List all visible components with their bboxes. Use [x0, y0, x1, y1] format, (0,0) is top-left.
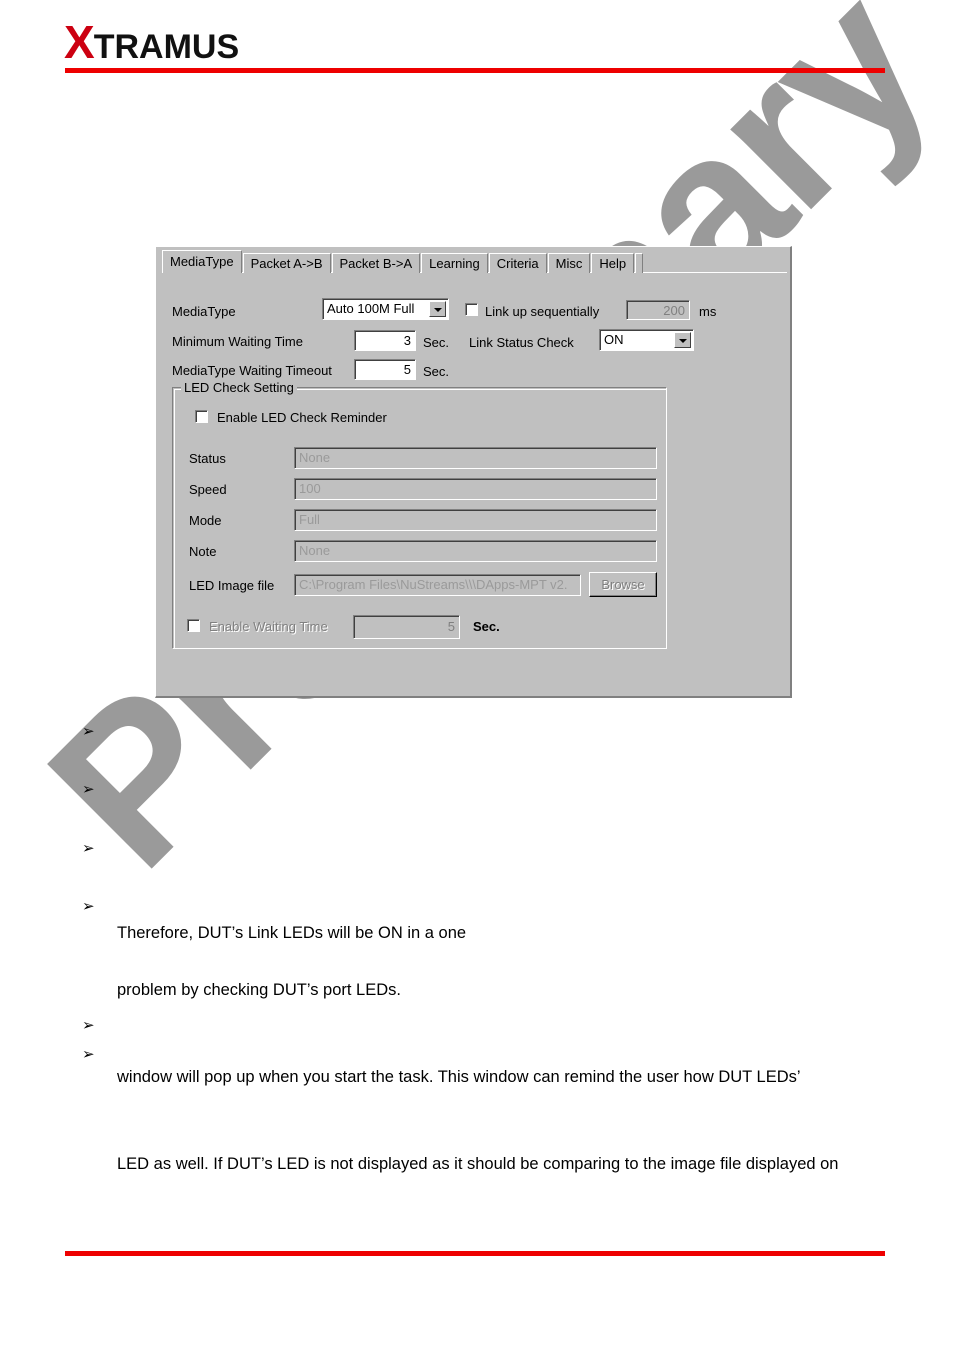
tab-packet-b-to-a[interactable]: Packet B->A: [331, 253, 421, 273]
list-item-bullet: ➢: [82, 841, 95, 857]
mediatype-combo-value: Auto 100M Full: [327, 301, 415, 316]
mediatype-waiting-timeout-label: MediaType Waiting Timeout: [172, 363, 332, 378]
list-item-bullet: ➢: [82, 899, 95, 915]
link-status-check-label: Link Status Check: [469, 335, 574, 350]
minimum-waiting-time-label: Minimum Waiting Time: [172, 334, 303, 349]
body-paragraph: LED as well. If DUT’s LED is not display…: [117, 1155, 839, 1173]
waiting-time-unit: Sec.: [473, 619, 500, 634]
status-label: Status: [189, 451, 226, 466]
mediatype-label: MediaType: [172, 304, 236, 319]
mediatype-combo[interactable]: Auto 100M Full: [322, 298, 449, 320]
logo-wordmark: TRAMUS: [93, 28, 240, 66]
tab-mediatype-label: MediaType: [170, 254, 234, 269]
page-header: XTRAMUS: [0, 0, 954, 80]
logo-x-letter: X: [64, 16, 95, 68]
minimum-waiting-time-unit: Sec.: [423, 335, 450, 350]
tab-strip: MediaType Packet A->B Packet B->A Learni…: [162, 250, 644, 273]
tab-help-label: Help: [599, 256, 627, 271]
chevron-down-icon[interactable]: [674, 332, 691, 348]
enable-led-check-reminder-checkbox[interactable]: [195, 410, 208, 423]
link-status-check-value: ON: [604, 332, 624, 347]
tab-packet-b-to-a-label: Packet B->A: [339, 256, 413, 271]
tab-criteria-label: Criteria: [496, 256, 539, 271]
list-item-bullet: ➢: [82, 782, 95, 798]
mediatype-settings-dialog: MediaType Packet A->B Packet B->A Learni…: [155, 246, 792, 698]
speed-field[interactable]: 100: [294, 478, 657, 500]
browse-button[interactable]: Browse: [589, 572, 657, 597]
body-paragraph: window will pop up when you start the ta…: [117, 1068, 801, 1086]
note-label: Note: [189, 544, 217, 559]
list-item-bullet: ➢: [82, 1018, 95, 1034]
mediatype-waiting-timeout-field[interactable]: 5: [354, 359, 416, 380]
list-item-bullet: ➢: [82, 1047, 95, 1063]
mediatype-waiting-timeout-unit: Sec.: [423, 364, 450, 379]
link-up-sequentially-checkbox[interactable]: [465, 303, 478, 316]
tab-strip-filler: [635, 253, 644, 273]
body-paragraph: problem by checking DUT’s port LEDs.: [117, 981, 401, 999]
tab-help[interactable]: Help: [591, 253, 635, 273]
mode-label: Mode: [189, 513, 222, 528]
tab-criteria[interactable]: Criteria: [488, 253, 547, 273]
enable-waiting-time-label: Enable Waiting Time: [209, 619, 328, 634]
link-up-delay-unit: ms: [699, 304, 717, 319]
chevron-down-icon[interactable]: [429, 301, 446, 317]
mode-field[interactable]: Full: [294, 509, 657, 531]
enable-waiting-time-checkbox[interactable]: [187, 619, 200, 632]
note-field[interactable]: None: [294, 540, 657, 562]
tab-learning[interactable]: Learning: [421, 253, 488, 273]
enable-led-check-reminder-label: Enable LED Check Reminder: [217, 410, 387, 425]
minimum-waiting-time-field[interactable]: 3: [354, 330, 416, 351]
list-item-bullet: ➢: [82, 724, 95, 740]
footer-rule: [65, 1251, 885, 1256]
led-image-file-field[interactable]: C:\Program Files\NuStreams\\\DApps-MPT v…: [294, 574, 581, 596]
tab-misc-label: Misc: [555, 256, 583, 271]
body-paragraph: Therefore, DUT’s Link LEDs will be ON in…: [117, 924, 467, 942]
status-field[interactable]: None: [294, 447, 657, 469]
tab-mediatype[interactable]: MediaType: [162, 250, 242, 273]
led-image-file-label: LED Image file: [189, 578, 275, 593]
link-up-delay-field[interactable]: 200: [626, 300, 690, 320]
led-check-setting-group: LED Check Setting Enable LED Check Remin…: [172, 380, 667, 649]
link-up-sequentially-label: Link up sequentially: [485, 304, 600, 319]
tab-packet-a-to-b[interactable]: Packet A->B: [242, 253, 331, 273]
tab-learning-label: Learning: [429, 256, 480, 271]
tab-misc[interactable]: Misc: [547, 253, 591, 273]
speed-label: Speed: [189, 482, 227, 497]
xtramus-logo: XTRAMUS: [64, 19, 239, 65]
link-status-check-combo[interactable]: ON: [599, 329, 694, 351]
waiting-time-field[interactable]: 5: [353, 615, 460, 639]
tab-packet-a-to-b-label: Packet A->B: [250, 256, 323, 271]
led-check-setting-title: LED Check Setting: [181, 380, 297, 395]
